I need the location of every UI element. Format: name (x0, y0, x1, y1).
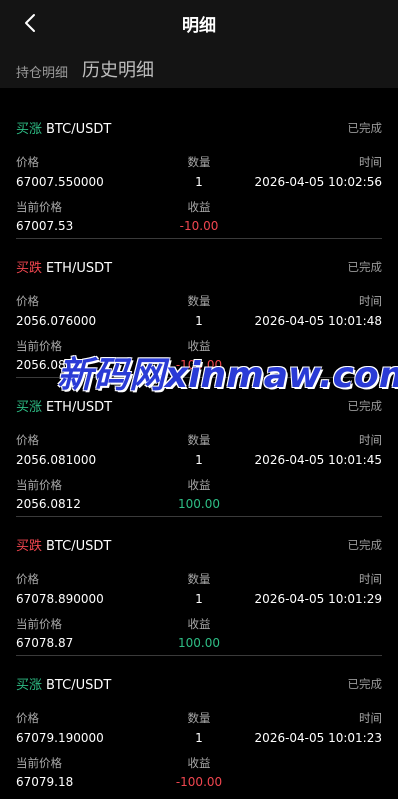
time-label: 时间 (359, 433, 382, 447)
order-status: 已完成 (347, 399, 383, 413)
order-symbol: ETH/USDT (46, 261, 113, 276)
order-direction: 买跌 (16, 261, 43, 276)
page-title: 明细 (182, 16, 216, 36)
quantity-label: 数量 (187, 294, 211, 308)
profit-label: 收益 (187, 339, 211, 353)
order-card[interactable]: 买涨 BTC/USDT 已完成 价格 数量 时间 67079.190000 1 2… (16, 656, 382, 795)
order-time: 2026-04-05 10:01:45 (254, 453, 382, 467)
quantity-label: 数量 (187, 433, 211, 447)
tab-bar: 持仓明细 历史明细 (0, 46, 398, 88)
order-direction: 买涨 (16, 122, 43, 137)
order-direction: 买涨 (16, 400, 43, 415)
order-symbol: BTC/USDT (46, 678, 112, 693)
order-card[interactable]: 买跌 ETH/USDT 已完成 价格 数量 时间 2056.076000 1 20… (16, 239, 382, 378)
order-card[interactable]: 买涨 BTC/USDT 已完成 价格 数量 时间 67007.550000 1 2… (16, 100, 382, 239)
order-time: 2026-04-05 10:02:56 (254, 175, 382, 189)
time-label: 时间 (359, 294, 382, 308)
order-status: 已完成 (347, 121, 383, 135)
order-status: 已完成 (347, 677, 383, 691)
order-status: 已完成 (347, 260, 383, 274)
order-profit: 100.00 (178, 636, 220, 650)
order-header: 买跌 BTC/USDT 已完成 (16, 535, 382, 555)
order-header: 买涨 BTC/USDT 已完成 (16, 118, 382, 138)
order-time: 2026-04-05 10:01:23 (254, 731, 382, 745)
order-direction: 买跌 (16, 539, 43, 554)
order-profit: 100.00 (178, 497, 220, 511)
order-card[interactable]: 买跌 BTC/USDT 已完成 价格 数量 时间 67078.890000 1 2… (16, 517, 382, 656)
tab-holdings[interactable]: 持仓明细 (16, 62, 68, 81)
order-direction: 买涨 (16, 678, 43, 693)
time-label: 时间 (359, 711, 382, 725)
order-profit: -100.00 (175, 775, 223, 789)
profit-label: 收益 (187, 478, 211, 492)
order-symbol: BTC/USDT (46, 122, 112, 137)
order-symbol: BTC/USDT (46, 539, 112, 554)
quantity-label: 数量 (187, 711, 211, 725)
order-header: 买跌 ETH/USDT 已完成 (16, 257, 382, 277)
time-label: 时间 (359, 155, 382, 169)
order-status: 已完成 (347, 538, 383, 552)
order-header: 买涨 ETH/USDT 已完成 (16, 396, 382, 416)
order-history-list: 买涨 BTC/USDT 已完成 价格 数量 时间 67007.550000 1 2… (0, 100, 398, 795)
order-time: 2026-04-05 10:01:29 (254, 592, 382, 606)
quantity-label: 数量 (187, 572, 211, 586)
time-label: 时间 (359, 572, 382, 586)
quantity-label: 数量 (187, 155, 211, 169)
tab-history[interactable]: 历史明细 (82, 56, 154, 82)
app-header: 明细 (0, 0, 398, 46)
order-profit: -100.00 (175, 358, 223, 372)
order-time: 2026-04-05 10:01:48 (254, 314, 382, 328)
profit-label: 收益 (187, 617, 211, 631)
profit-label: 收益 (187, 756, 211, 770)
order-header: 买涨 BTC/USDT 已完成 (16, 674, 382, 694)
profit-label: 收益 (187, 200, 211, 214)
order-card[interactable]: 买涨 ETH/USDT 已完成 价格 数量 时间 2056.081000 1 20… (16, 378, 382, 517)
order-profit: -10.00 (179, 219, 219, 233)
order-symbol: ETH/USDT (46, 400, 113, 415)
